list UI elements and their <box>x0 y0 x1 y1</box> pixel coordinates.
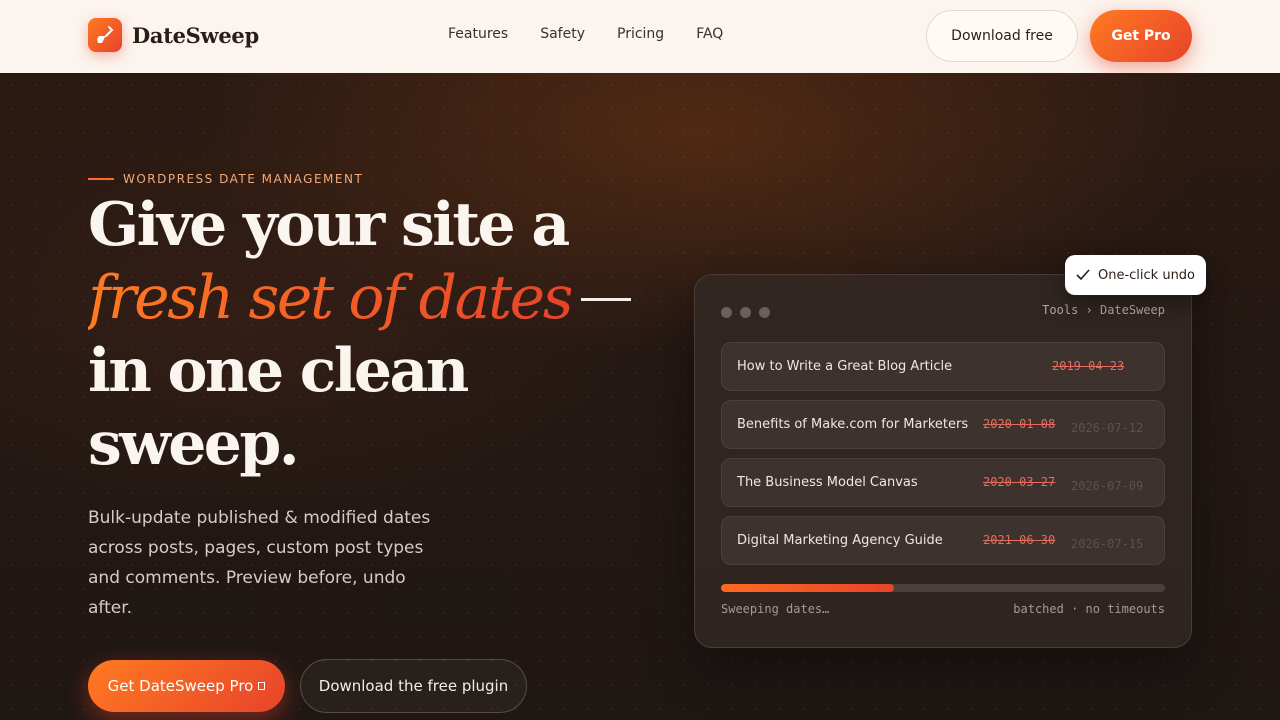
download-free-plugin-button[interactable]: Download the free plugin <box>300 659 527 713</box>
brand[interactable]: DateSweep <box>88 18 259 52</box>
check-icon <box>1076 269 1090 281</box>
window-dot-icon <box>721 307 732 318</box>
post-title: How to Write a Great Blog Article <box>737 359 953 374</box>
cta-box-icon <box>258 682 266 690</box>
broom-logo-icon <box>88 18 122 52</box>
post-list: How to Write a Great Blog Article 2019-0… <box>721 342 1165 574</box>
headline-line-1: Give your site a <box>88 190 570 260</box>
list-item: How to Write a Great Blog Article 2019-0… <box>721 342 1165 391</box>
new-date: 2026-07-12 <box>1071 421 1144 435</box>
list-item: The Business Model Canvas 2020-03-27 202… <box>721 458 1165 507</box>
headline-line-2: in one clean <box>88 336 469 406</box>
sweep-progress-bar <box>721 584 1165 592</box>
top-nav: DateSweep Features Safety Pricing FAQ Do… <box>0 0 1280 73</box>
download-free-button[interactable]: Download free <box>926 10 1078 62</box>
headline-accent: fresh set of dates <box>88 263 574 333</box>
brand-name: DateSweep <box>132 22 259 48</box>
eyebrow: WORDPRESS DATE MANAGEMENT <box>88 172 363 186</box>
nav-link-faq[interactable]: FAQ <box>696 26 723 42</box>
headline-dash <box>581 298 632 301</box>
new-date: 2026-07-09 <box>1071 479 1144 493</box>
hero-headline: Give your site a fresh set of dates in o… <box>88 189 688 481</box>
post-title: The Business Model Canvas <box>737 475 918 490</box>
nav-link-features[interactable]: Features <box>448 26 508 42</box>
status-meta: batched · no timeouts <box>1013 602 1165 616</box>
breadcrumb: Tools › DateSweep <box>1042 303 1165 317</box>
nav-link-safety[interactable]: Safety <box>540 26 585 42</box>
app-preview-card: Tools › DateSweep How to Write a Great B… <box>694 274 1192 648</box>
badge-label: One-click undo <box>1097 267 1196 283</box>
get-datesweep-pro-button[interactable]: Get DateSweep Pro <box>88 660 285 712</box>
post-title: Benefits of Make.com for Marketers <box>737 417 969 432</box>
nav-link-pricing[interactable]: Pricing <box>617 26 664 42</box>
list-item: Benefits of Make.com for Marketers 2020-… <box>721 400 1165 449</box>
progress-fill <box>721 584 895 592</box>
window-dot-icon <box>740 307 751 318</box>
window-dots <box>721 307 778 318</box>
status-text: Sweeping dates… <box>721 602 830 616</box>
headline-line-3: sweep. <box>88 409 300 479</box>
hero-section: WORDPRESS DATE MANAGEMENT Give your site… <box>0 73 1280 720</box>
new-date: 2026-07-15 <box>1071 537 1144 551</box>
nav-links: Features Safety Pricing FAQ <box>448 26 755 42</box>
one-click-undo-badge: One-click undo <box>1065 255 1206 295</box>
list-item: Digital Marketing Agency Guide 2021-06-3… <box>721 516 1165 565</box>
old-date: 2021-06-30 <box>983 533 1056 547</box>
old-date: 2020-01-08 <box>983 417 1056 431</box>
eyebrow-text: WORDPRESS DATE MANAGEMENT <box>123 172 364 186</box>
old-date: 2019-04-23 <box>1052 359 1125 373</box>
window-dot-icon <box>759 307 770 318</box>
cta-primary-label: Get DateSweep Pro <box>107 677 254 695</box>
old-date: 2020-03-27 <box>983 475 1056 489</box>
get-pro-button[interactable]: Get Pro <box>1090 10 1192 62</box>
hero-subtitle: Bulk-update published & modified dates a… <box>88 508 431 618</box>
eyebrow-line <box>88 178 114 180</box>
post-title: Digital Marketing Agency Guide <box>737 533 943 548</box>
